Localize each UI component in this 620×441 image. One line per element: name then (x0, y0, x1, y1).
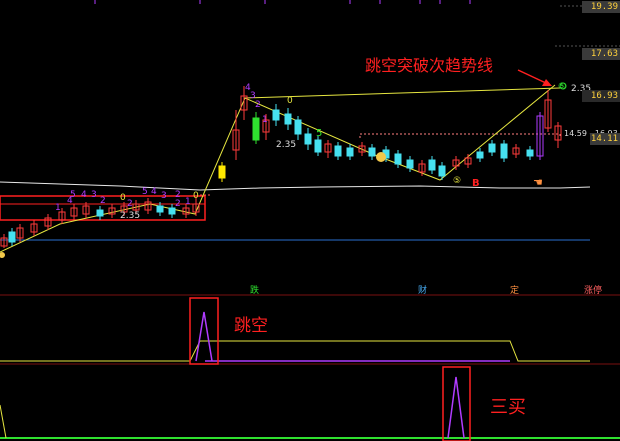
chart-stage: 跳空突破次趋势线 跳空 三买 2.35 2.35 2.35 14.59 - 16… (0, 0, 620, 441)
wave-number: 5 (142, 187, 148, 197)
signal-circle-yellow (376, 152, 386, 162)
gap-signal-line (0, 340, 590, 362)
event-marker-finance: 财 (418, 284, 427, 296)
candle-body (334, 145, 342, 157)
ma-line-white (0, 181, 591, 191)
candle-body (314, 139, 322, 153)
price-label-4: 14.11 (590, 133, 620, 145)
buy-signal-left (0, 404, 7, 439)
gap-annotation: 跳空 (234, 316, 268, 336)
event-marker-fall: 跌 (250, 285, 259, 296)
candle-body (500, 143, 508, 159)
candles (0, 86, 562, 248)
wave-number: 1 (55, 203, 61, 213)
wave-number: 2 (255, 100, 261, 110)
candle-body (156, 205, 164, 213)
cursor-icon: ☚ (533, 176, 543, 189)
price-label-top: 19.39 (582, 1, 620, 13)
dashed-level-right (359, 133, 561, 138)
wave-number: 2 (175, 190, 181, 200)
event-marker-fixed: 定 (510, 284, 519, 296)
wave-number: 3 (161, 191, 167, 201)
signal-circled-5: ⑤ (558, 82, 566, 92)
candle-body (346, 147, 354, 157)
candle-body (272, 109, 280, 121)
gap-spike-box (189, 297, 219, 365)
candle-body (406, 159, 414, 169)
zero-label-left: 0 (193, 191, 199, 201)
wave-number: 4 (151, 187, 157, 197)
gap-spike (195, 311, 213, 362)
signal-b: B (472, 178, 480, 189)
wave-number: 1 (185, 197, 191, 207)
zero-label-top: 0 (287, 96, 293, 106)
wave-number: 4 (81, 190, 87, 200)
candle-body (218, 165, 226, 179)
signal-circled-5: ⑤ (453, 176, 461, 186)
price-label-2: 17.63 (582, 48, 620, 60)
zero-label-mid: 0 (120, 193, 126, 203)
buy-annotation: 三买 (490, 397, 526, 418)
candle-body (96, 209, 104, 217)
candle-body (284, 113, 292, 125)
candle-body (438, 165, 446, 177)
candle-body (394, 153, 402, 165)
candle-body (428, 159, 436, 171)
wave-number: 2 (100, 196, 106, 206)
candle-body (252, 117, 260, 141)
candle-body (526, 149, 534, 157)
candle-body (488, 143, 496, 153)
level-label-mid: 2.35 (276, 140, 296, 150)
event-marker-limit-up: 涨停 (584, 284, 602, 296)
candle-body (8, 231, 16, 243)
candle-body (304, 133, 312, 145)
level-label-low: 2.35 (120, 211, 140, 221)
wave-number: 4 (67, 196, 73, 206)
left-edge-dot (0, 252, 5, 258)
candle-body (294, 119, 302, 135)
wave-number: 2 (127, 199, 133, 209)
candle-body (476, 151, 484, 159)
price-label-3: 16.93 (582, 90, 620, 102)
wave-number: 5 (316, 128, 322, 139)
wave-number: 2 (175, 199, 181, 209)
wave-number: 1 (262, 115, 268, 125)
buy-spike (447, 376, 465, 439)
breakout-annotation: 跳空突破次趋势线 (365, 56, 493, 75)
breakout-arrow-line (517, 69, 549, 85)
stock-chart-svg: 跳空突破次趋势线 跳空 三买 2.35 2.35 2.35 14.59 - 16… (0, 0, 620, 441)
candle-body (368, 147, 376, 157)
top-tick-marks (94, 0, 471, 4)
wave-number: 3 (91, 190, 97, 200)
